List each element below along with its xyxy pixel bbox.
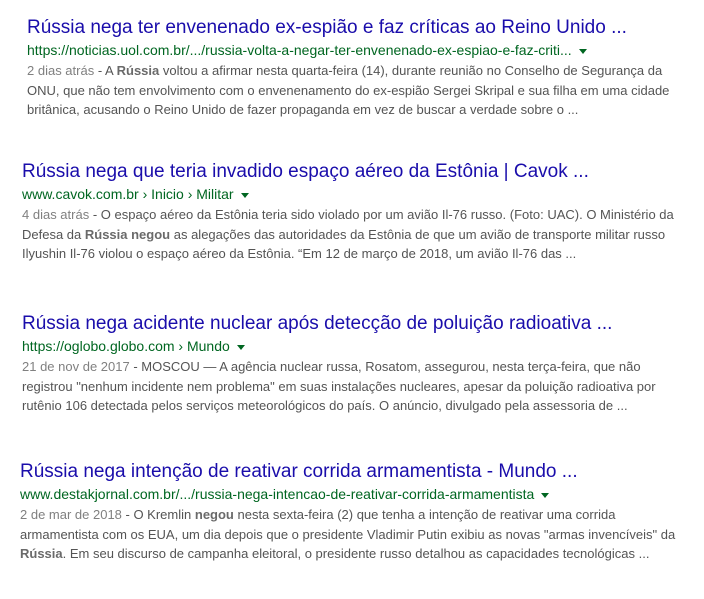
snippet-text: - A: [94, 63, 117, 78]
result-url-line: www.cavok.com.br › Inicio › Militar: [22, 184, 682, 204]
chevron-down-icon[interactable]: [578, 48, 587, 54]
result-date: 2 de mar de 2018: [20, 507, 122, 522]
snippet-highlight: Rússia: [20, 546, 63, 561]
result-date: 4 dias atrás: [22, 207, 90, 222]
result-url: https://oglobo.globo.com › Mundo: [22, 338, 230, 354]
snippet-highlight: Rússia negou: [84, 226, 171, 242]
chevron-down-icon[interactable]: [541, 492, 550, 498]
result-snippet: 21 de nov de 2017 - MOSCOU — A agência n…: [22, 357, 678, 416]
result-url-line: https://noticias.uol.com.br/.../russia-v…: [27, 40, 687, 60]
result-title-link[interactable]: Rússia nega que teria invadido espaço aé…: [22, 160, 682, 184]
result-title-link[interactable]: Rússia nega ter envenenado ex-espião e f…: [27, 16, 687, 40]
result-item: Rússia nega intenção de reativar corrida…: [20, 460, 680, 564]
result-item: Rússia nega acidente nuclear após detecç…: [22, 312, 682, 416]
result-snippet: 2 dias atrás - A Rússia voltou a afirmar…: [27, 61, 677, 120]
result-url: www.cavok.com.br › Inicio › Militar: [22, 186, 234, 202]
snippet-text: . Em seu discurso de campanha eleitoral,…: [62, 546, 650, 561]
result-item: Rússia nega ter envenenado ex-espião e f…: [27, 16, 687, 120]
result-url: https://noticias.uol.com.br/.../russia-v…: [27, 42, 572, 58]
snippet-text: - O Kremlin: [121, 507, 195, 522]
snippet-highlight: negou: [194, 507, 234, 522]
result-date: 2 dias atrás: [27, 63, 95, 78]
result-item: Rússia nega que teria invadido espaço aé…: [22, 160, 682, 264]
result-title-link[interactable]: Rússia nega intenção de reativar corrida…: [20, 460, 680, 484]
chevron-down-icon[interactable]: [240, 192, 249, 198]
result-title-link[interactable]: Rússia nega acidente nuclear após detecç…: [22, 312, 682, 336]
result-date: 21 de nov de 2017: [22, 359, 130, 374]
result-url-line: https://oglobo.globo.com › Mundo: [22, 336, 682, 356]
result-snippet: 4 dias atrás - O espaço aéreo da Estônia…: [22, 205, 674, 264]
search-results: Rússia nega ter envenenado ex-espião e f…: [0, 0, 704, 599]
result-url: www.destakjornal.com.br/.../russia-nega-…: [20, 486, 535, 502]
chevron-down-icon[interactable]: [236, 344, 245, 350]
result-url-line: www.destakjornal.com.br/.../russia-nega-…: [20, 484, 680, 504]
snippet-highlight: Rússia: [116, 63, 160, 78]
result-snippet: 2 de mar de 2018 - O Kremlin negou nesta…: [20, 505, 676, 564]
